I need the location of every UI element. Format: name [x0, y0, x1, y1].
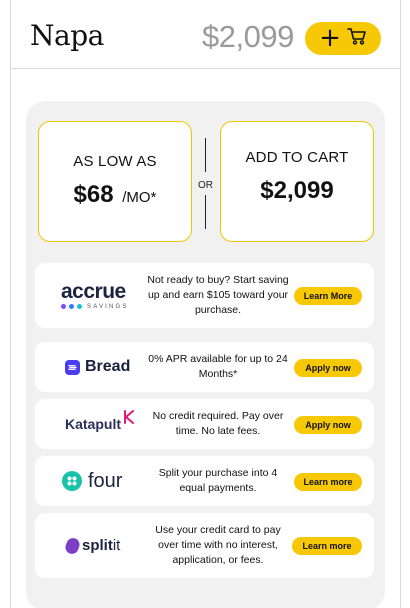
add-to-cart-button[interactable]: + [305, 22, 381, 55]
separator-line-bottom [205, 195, 206, 229]
four-learn-more-button[interactable]: Learn more [294, 473, 362, 491]
offer-splitit: split it Use your credit card to pay over… [35, 513, 374, 578]
katapult-logo: Katapult [65, 399, 135, 449]
bread-logo: Bread [65, 342, 130, 392]
cart-amount: $2,099 [260, 177, 334, 204]
four-icon [62, 471, 82, 491]
katapult-k-icon [123, 409, 135, 429]
offer-katapult: Katapult No credit required. Pay over ti… [35, 399, 374, 449]
cart-icon [347, 26, 367, 51]
bread-icon [65, 359, 80, 375]
offer-accrue: accrue SAVINGS Not ready to buy? Start s… [35, 263, 374, 328]
offer-description: Not ready to buy? Start saving up and ea… [147, 274, 289, 316]
product-name: Napa [30, 19, 104, 52]
product-header: Napa $2,099 + [10, 0, 401, 69]
splitit-learn-more-button[interactable]: Learn more [292, 537, 362, 555]
offer-description: 0% APR available for up to 24 Months* [148, 353, 288, 380]
offer-description: No credit required. Pay over time. No la… [152, 410, 284, 437]
accrue-logo: accrue SAVINGS [61, 279, 129, 310]
add-to-cart-option[interactable]: ADD TO CART $2,099 [220, 121, 374, 242]
four-logo: four [62, 456, 122, 506]
splitit-logo: split it [63, 513, 120, 578]
monthly-unit: /MO* [122, 189, 157, 206]
katapult-apply-now-button[interactable]: Apply now [294, 416, 362, 434]
offer-bread: Bread 0% APR available for up to 24 Mont… [35, 342, 374, 392]
monthly-payment-option[interactable]: AS LOW AS $68 /MO* [38, 121, 192, 242]
offer-description: Split your purchase into 4 equal payment… [158, 467, 278, 494]
plus-icon: + [319, 22, 341, 53]
product-price: $2,099 [202, 19, 294, 54]
accrue-learn-more-button[interactable]: Learn More [294, 287, 362, 305]
offer-description: Use your credit card to pay over time wi… [155, 524, 281, 566]
bread-apply-now-button[interactable]: Apply now [294, 359, 362, 377]
or-separator: OR [198, 180, 213, 191]
offer-four: four Split your purchase into 4 equal pa… [35, 456, 374, 506]
separator-line-top [205, 138, 206, 172]
payment-options-panel: AS LOW AS $68 /MO* OR ADD TO CART $2,099… [26, 101, 385, 608]
cart-label: ADD TO CART [245, 149, 349, 166]
monthly-label: AS LOW AS [73, 153, 157, 170]
splitit-icon [63, 535, 82, 556]
monthly-amount: $68 /MO* [73, 181, 157, 208]
